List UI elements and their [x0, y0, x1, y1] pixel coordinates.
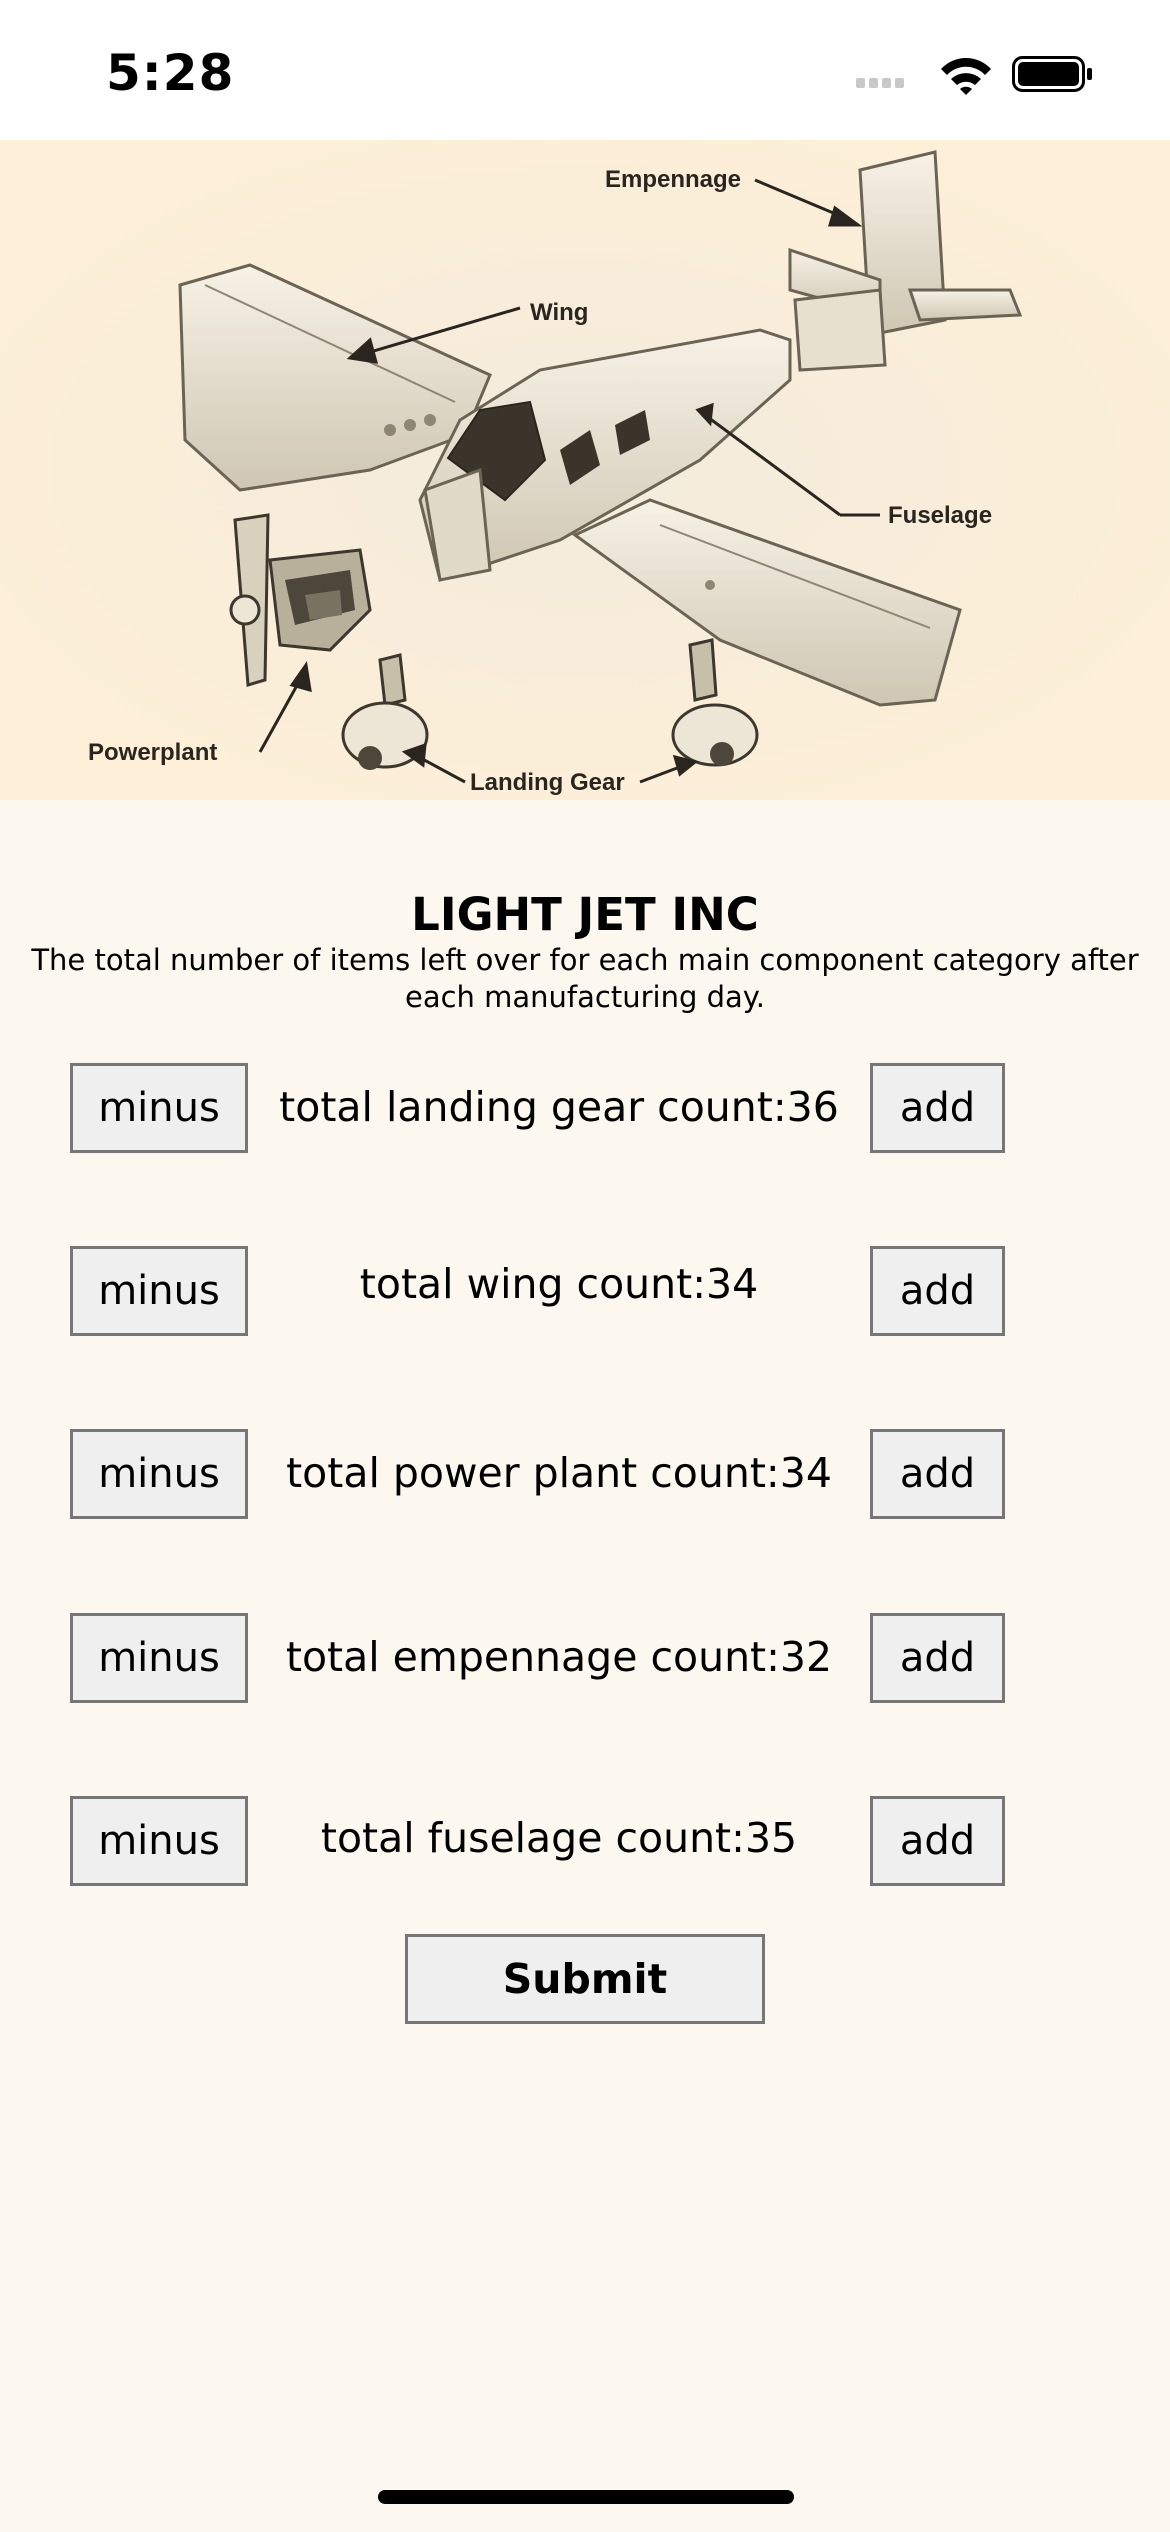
empennage-label: Empennage	[605, 166, 741, 193]
airplane-diagram: Empennage Wing Fuselage Powerplant Landi…	[0, 140, 1170, 800]
power-plant-count: total power plant count:34	[286, 1449, 832, 1497]
empennage-count: total empennage count:32	[285, 1633, 833, 1681]
page-title: LIGHT JET INC	[411, 888, 759, 941]
minus-empennage-button[interactable]: minus	[70, 1613, 248, 1703]
fuselage-count: total fuselage count:35	[320, 1814, 798, 1862]
submit-button[interactable]: Submit	[405, 1934, 765, 2024]
wing-count: total wing count:34	[359, 1260, 759, 1308]
add-power-plant-button[interactable]: add	[870, 1429, 1005, 1519]
minus-landing-gear-button[interactable]: minus	[70, 1063, 248, 1153]
minus-wing-button[interactable]: minus	[70, 1246, 248, 1336]
landing-gear-count: total landing gear count:36	[279, 1083, 839, 1131]
wifi-icon	[941, 58, 991, 95]
airplane-illustration: Empennage Wing Fuselage Powerplant Landi…	[0, 140, 1170, 800]
add-landing-gear-button[interactable]: add	[870, 1063, 1005, 1153]
add-empennage-button[interactable]: add	[870, 1613, 1005, 1703]
add-fuselage-button[interactable]: add	[870, 1796, 1005, 1886]
cellular-signal-icon	[856, 78, 904, 88]
page-subtitle: The total number of items left over for …	[31, 943, 1139, 1014]
home-indicator	[378, 2490, 794, 2504]
powerplant-label: Powerplant	[88, 739, 217, 766]
status-bar: 5:28	[0, 0, 1170, 140]
status-time: 5:28	[106, 44, 235, 102]
fuselage-label: Fuselage	[888, 502, 992, 529]
battery-icon	[1012, 56, 1092, 92]
minus-fuselage-button[interactable]: minus	[70, 1796, 248, 1886]
add-wing-button[interactable]: add	[870, 1246, 1005, 1336]
landing-gear-label: Landing Gear	[470, 769, 625, 796]
wing-label: Wing	[530, 299, 588, 326]
minus-power-plant-button[interactable]: minus	[70, 1429, 248, 1519]
status-icons	[856, 56, 1092, 95]
